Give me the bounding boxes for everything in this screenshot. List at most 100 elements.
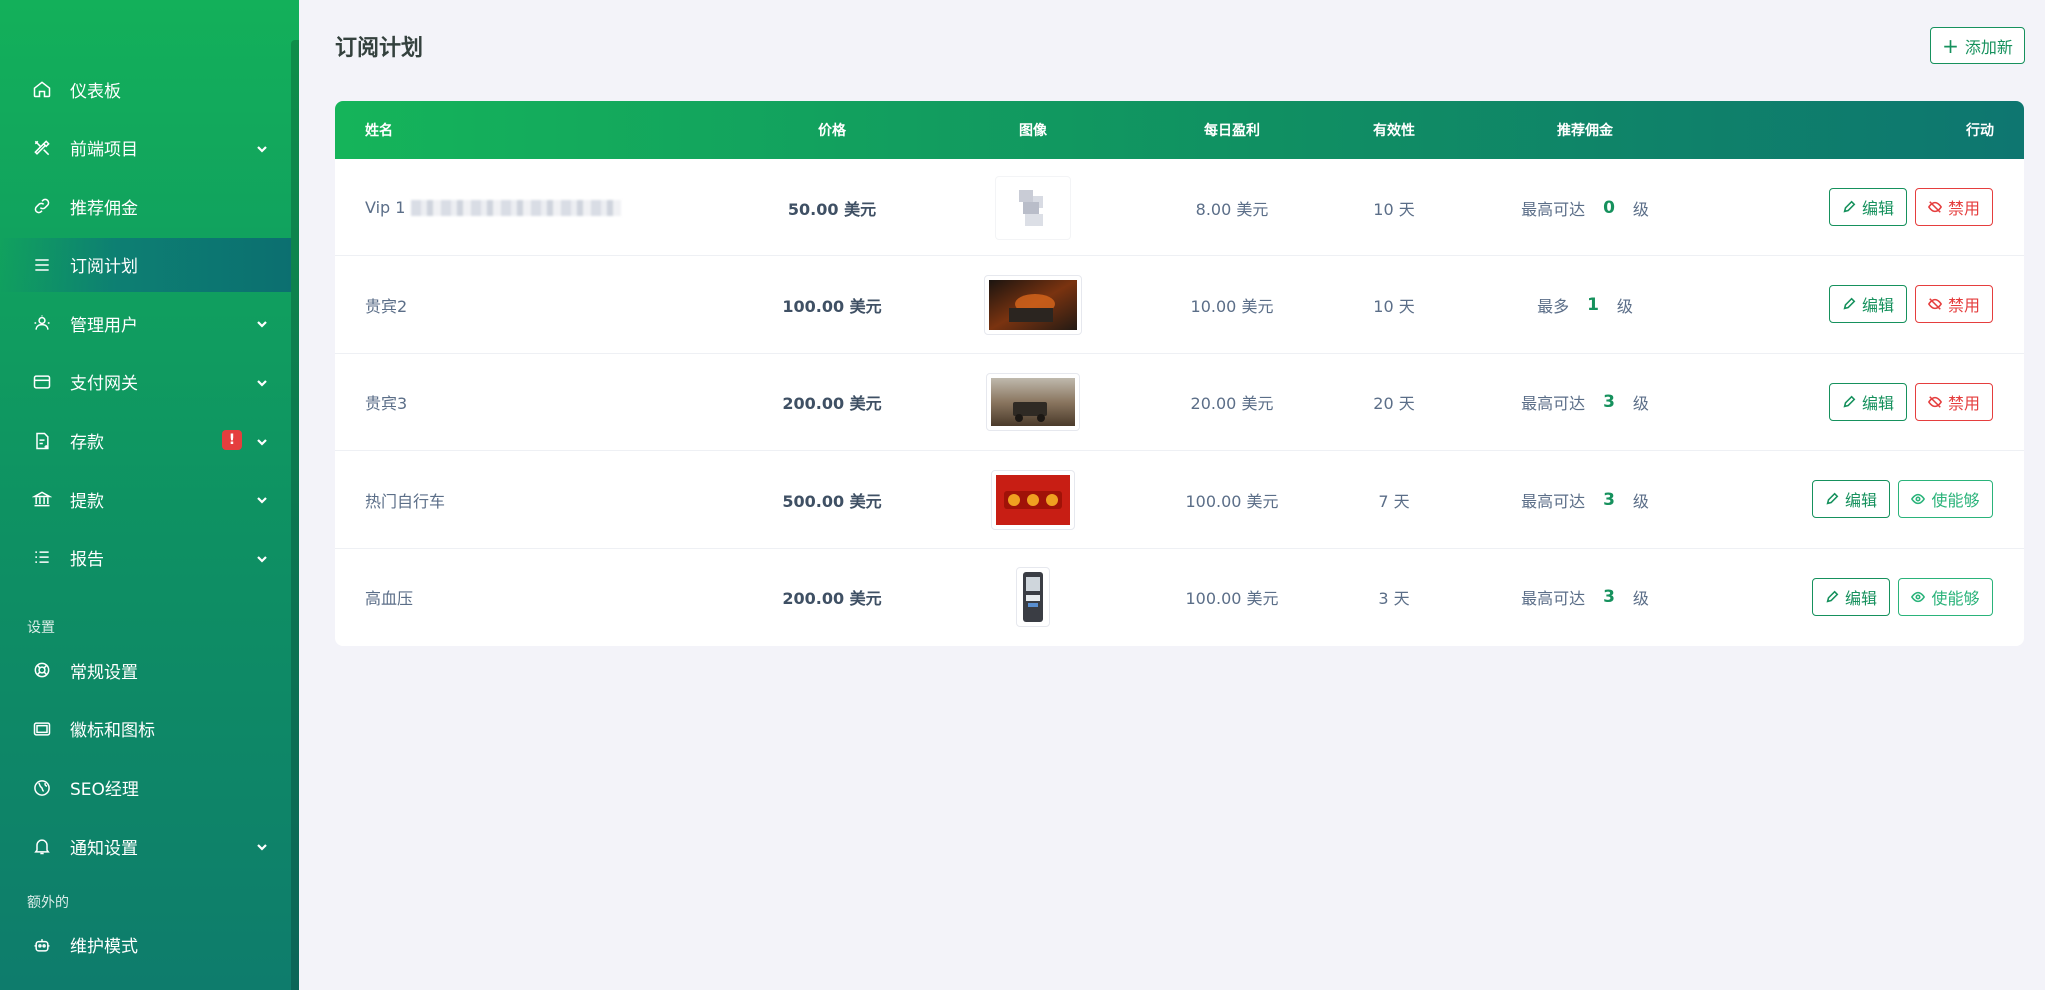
plan-daily-profit: 10.00 美元: [1190, 296, 1274, 316]
eye-slash-icon: [1927, 298, 1942, 311]
sidebar-item-label: 订阅计划: [70, 257, 138, 278]
sidebar-item-label: 通知设置: [70, 838, 138, 859]
referral-level: 3: [1603, 489, 1615, 510]
enable-button[interactable]: 使能够: [1898, 577, 1993, 616]
chevron-down-icon: [255, 316, 269, 330]
section-extra-heading: 额外的: [27, 894, 69, 911]
sidebar-item-payment-gateway[interactable]: 支付网关: [0, 355, 291, 409]
deposit-icon: [31, 430, 53, 452]
sidebar-item-label: 存款: [70, 433, 104, 454]
eye-slash-icon: [1927, 201, 1942, 213]
chevron-down-icon: [255, 839, 269, 853]
pencil-icon: [1826, 492, 1839, 505]
plan-validity: 10 天: [1373, 296, 1415, 316]
edit-label: 编辑: [1844, 491, 1877, 511]
disable-label: 禁用: [1947, 199, 1980, 218]
sidebar-scrollbar[interactable]: [291, 40, 299, 990]
fire-scene-image: [989, 279, 1077, 330]
placeholder-image-icon: [1019, 189, 1043, 226]
column-header-name: 姓名: [365, 123, 393, 139]
sidebar-item-label: 维护模式: [70, 937, 138, 958]
edit-label: 编辑: [1861, 393, 1894, 413]
bank-icon: [31, 488, 53, 510]
edit-button[interactable]: 编辑: [1829, 285, 1907, 324]
sidebar-item-subscription-plans[interactable]: 订阅计划: [0, 237, 291, 292]
disable-button[interactable]: 禁用: [1915, 285, 1993, 324]
referral-suffix: 级: [1632, 589, 1649, 609]
sidebar-item-manage-users[interactable]: 管理用户: [0, 296, 291, 350]
device-image: [1023, 572, 1043, 623]
lifebuoy-icon: [31, 659, 53, 681]
link-icon: [31, 195, 53, 217]
sidebar-item-deposit[interactable]: 存款 !: [0, 414, 291, 468]
plan-validity: 3 天: [1378, 589, 1410, 609]
plan-name: Vip 1: [365, 198, 406, 217]
enable-button[interactable]: 使能够: [1898, 480, 1993, 519]
list-icon: [31, 547, 53, 569]
enable-label: 使能够: [1931, 588, 1980, 608]
sidebar-item-seo-manager[interactable]: SEO经理: [0, 761, 291, 815]
sidebar-item-label: 徽标和图标: [70, 721, 155, 742]
plan-referral: 最高可达 0 级: [1521, 159, 1649, 256]
alert-badge: !: [222, 429, 242, 450]
tools-icon: [31, 137, 53, 159]
column-header-action: 行动: [1966, 123, 1994, 139]
plan-referral: 最高可达 3 级: [1521, 354, 1649, 451]
disable-button[interactable]: 禁用: [1915, 382, 1993, 421]
column-header-daily-profit: 每日盈利: [1204, 123, 1260, 139]
sidebar-item-general-settings[interactable]: 常规设置: [0, 643, 291, 697]
edit-button[interactable]: 编辑: [1829, 382, 1907, 421]
plans-table: 姓名 价格 图像 每日盈利 有效性 推荐佣金 行动 Vip 1 50.00 美元…: [335, 101, 2024, 646]
plan-thumbnail: [984, 274, 1082, 335]
plan-image-cell: [986, 354, 1080, 451]
plan-price: 100.00 美元: [782, 296, 882, 316]
plus-icon: +: [1942, 33, 1959, 58]
edit-button[interactable]: 编辑: [1812, 480, 1890, 519]
table-header: 姓名 价格 图像 每日盈利 有效性 推荐佣金 行动: [335, 101, 2024, 159]
menu-icon: [31, 254, 53, 276]
sidebar-item-label: 仪表板: [70, 81, 121, 102]
sidebar-item-dashboard[interactable]: 仪表板: [0, 62, 291, 116]
sidebar-item-notification-settings[interactable]: 通知设置: [0, 819, 291, 873]
plan-price: 200.00 美元: [782, 394, 882, 414]
plan-referral: 最高可达 3 级: [1521, 549, 1649, 646]
eye-icon: [1911, 591, 1926, 602]
disable-label: 禁用: [1947, 393, 1980, 413]
sidebar-item-logo-icon[interactable]: 徽标和图标: [0, 702, 291, 756]
plan-name: 贵宾3: [365, 394, 408, 414]
plan-name: 热门自行车: [365, 491, 446, 511]
image-icon: [31, 718, 53, 740]
vehicle-scene-image: [991, 378, 1075, 427]
add-new-button[interactable]: + 添加新: [1930, 27, 2025, 64]
sidebar-item-reports[interactable]: 报告: [0, 531, 291, 585]
chevron-down-icon: [255, 434, 269, 448]
plan-referral: 最高可达 3 级: [1521, 451, 1649, 548]
edit-button[interactable]: 编辑: [1829, 188, 1907, 226]
pencil-icon: [1843, 200, 1856, 213]
sidebar-item-label: 推荐佣金: [70, 198, 138, 219]
plan-daily-profit: 100.00 美元: [1185, 491, 1279, 511]
sidebar-item-referral[interactable]: 推荐佣金: [0, 179, 291, 233]
edit-button[interactable]: 编辑: [1812, 577, 1890, 616]
sidebar-item-withdraw[interactable]: 提款: [0, 472, 291, 526]
table-row: 贵宾2 100.00 美元 10.00 美元 10 天 最多 1 级 编辑 禁用: [335, 256, 2024, 354]
plan-image-cell: [1016, 549, 1050, 646]
page-title: 订阅计划: [335, 36, 424, 61]
plan-validity: 20 天: [1373, 394, 1415, 414]
disable-button[interactable]: 禁用: [1915, 188, 1993, 226]
plan-thumbnail: [986, 373, 1080, 432]
home-icon: [31, 78, 53, 100]
plan-name: 高血压: [365, 589, 414, 609]
sidebar-item-maintenance-mode[interactable]: 维护模式: [0, 918, 291, 972]
plan-validity: 10 天: [1373, 199, 1415, 219]
plan-daily-profit: 20.00 美元: [1190, 394, 1274, 414]
bell-icon: [31, 835, 53, 857]
chevron-down-icon: [255, 375, 269, 389]
plan-image-cell: [984, 256, 1082, 353]
referral-suffix: 级: [1632, 199, 1649, 219]
section-settings-heading: 设置: [27, 620, 55, 637]
sidebar-item-label: 前端项目: [70, 140, 138, 161]
column-header-price: 价格: [818, 123, 846, 139]
sidebar-item-frontend[interactable]: 前端项目: [0, 121, 291, 175]
add-new-label: 添加新: [1964, 37, 2013, 57]
